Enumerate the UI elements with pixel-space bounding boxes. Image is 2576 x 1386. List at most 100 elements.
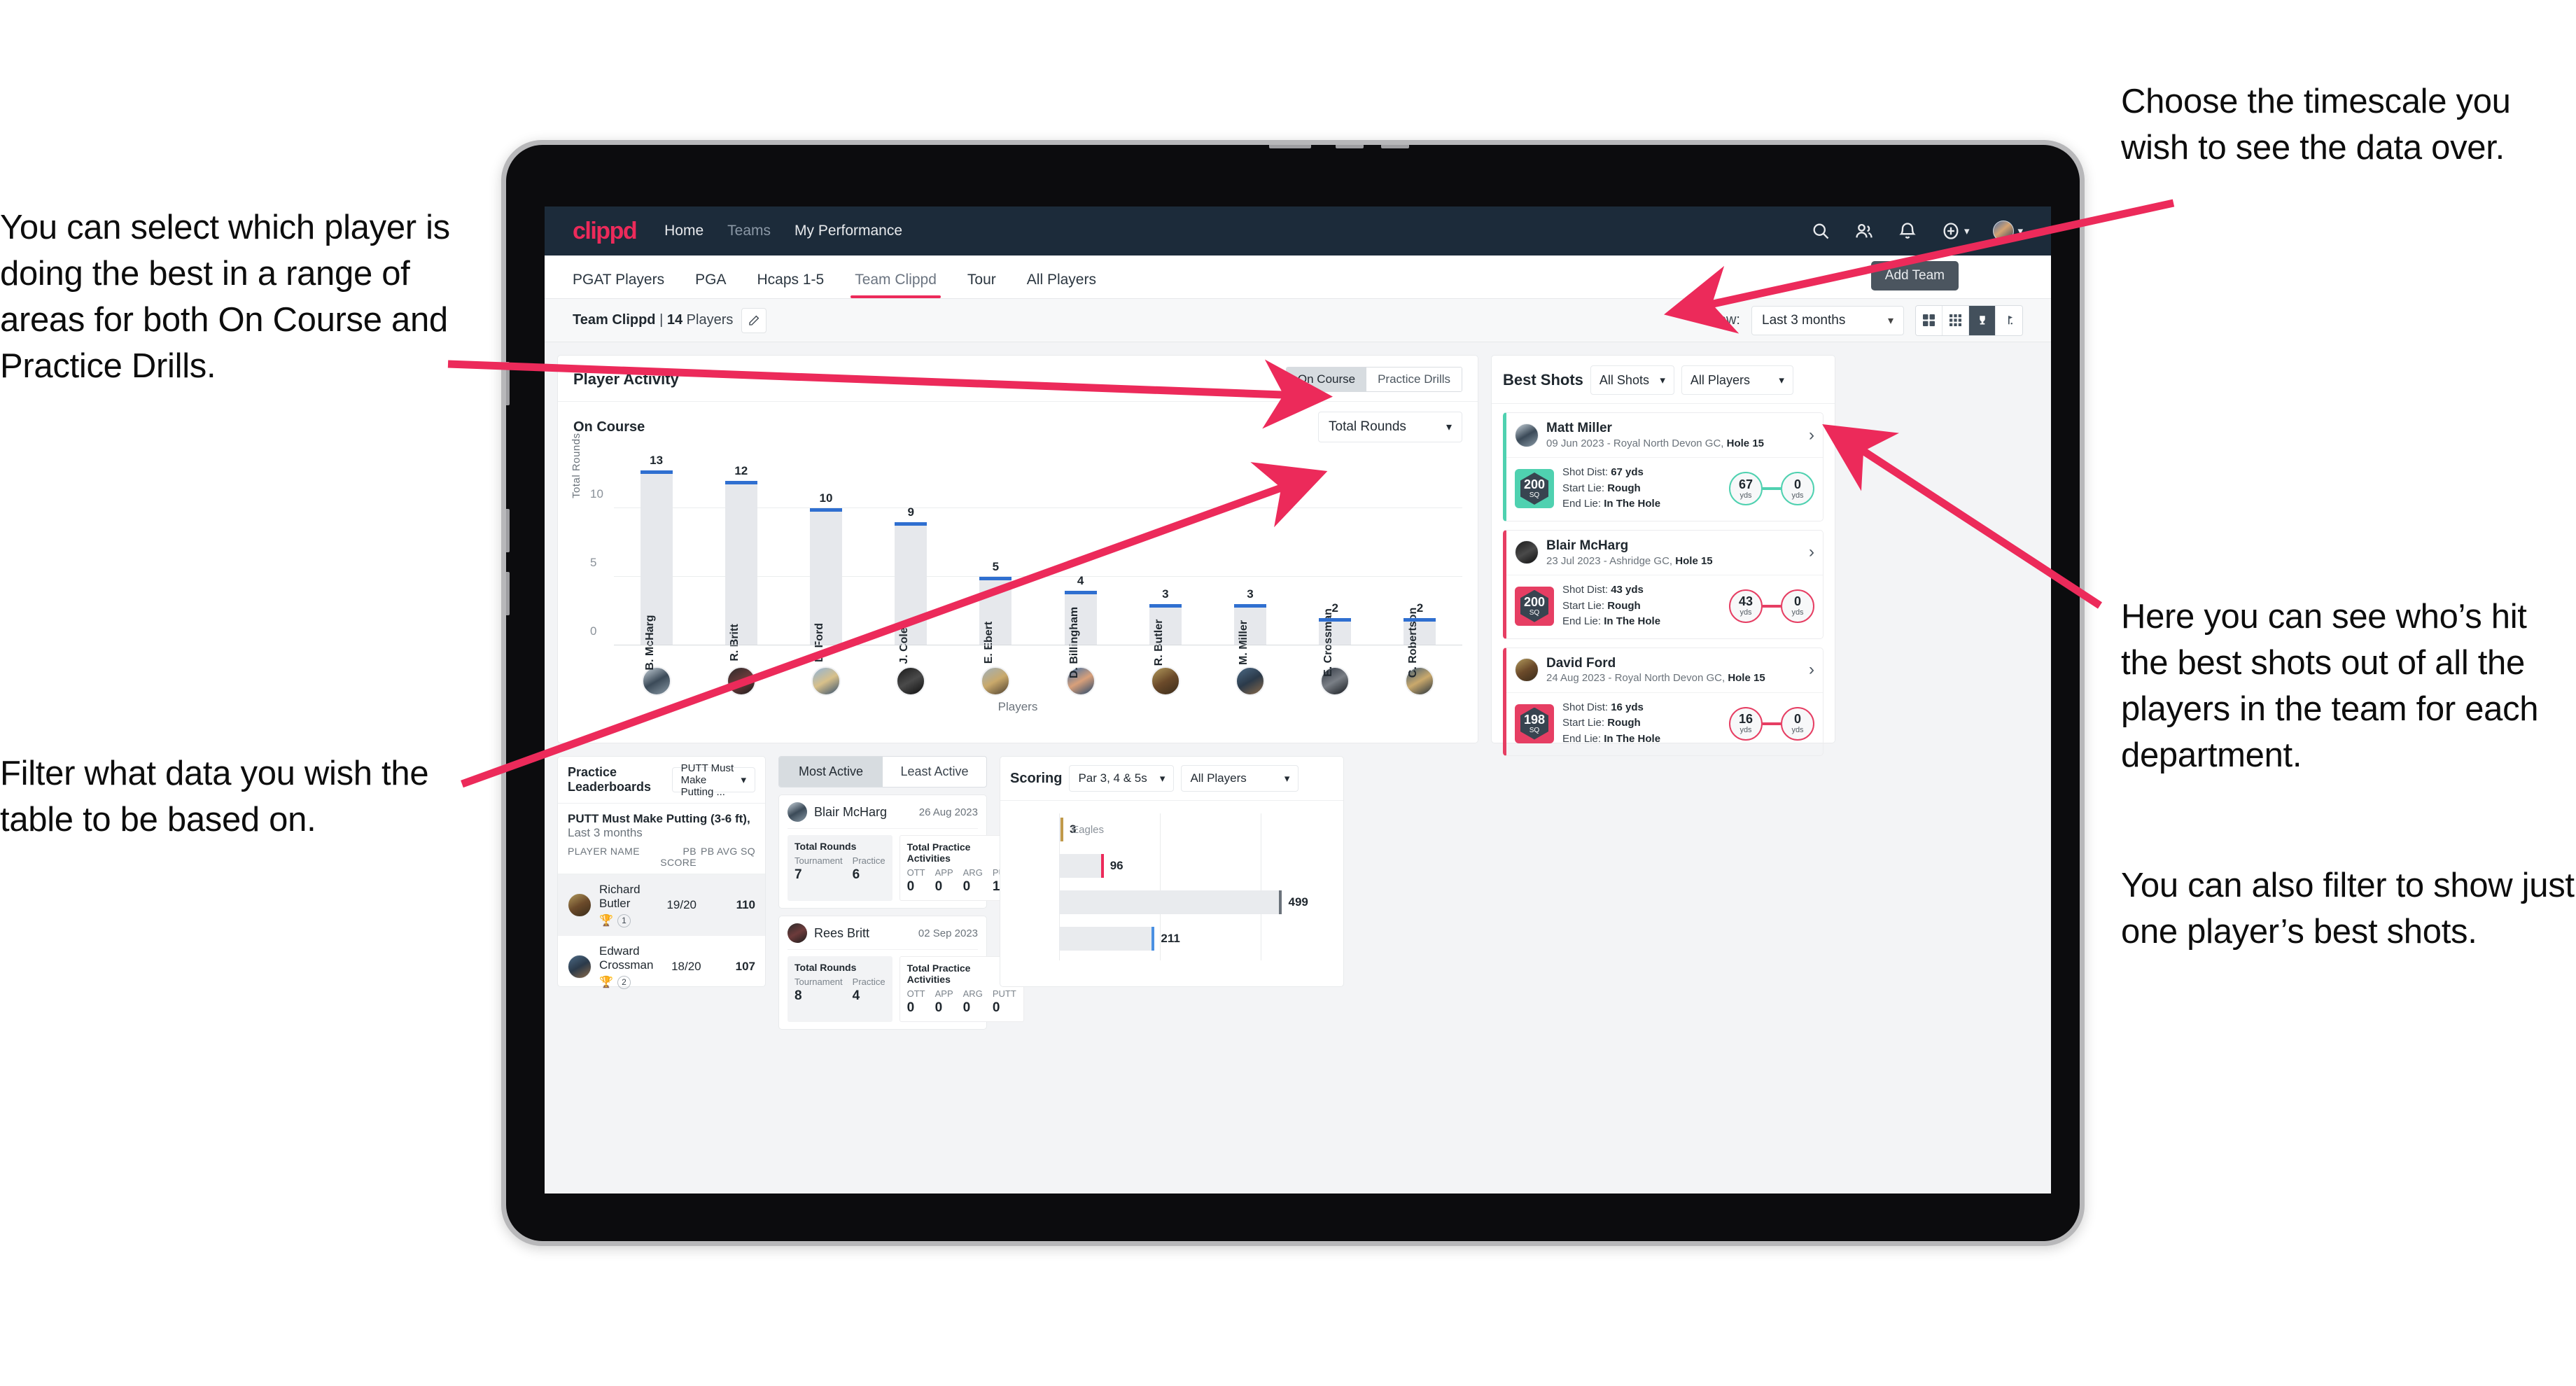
- activity-player-name: Blair McHarg: [814, 804, 888, 819]
- chart-bar-column[interactable]: 3 M. Miller: [1208, 454, 1292, 665]
- chevron-right-icon[interactable]: ›: [1809, 542, 1814, 562]
- bar-value-label: 3: [1162, 587, 1169, 601]
- profile-menu[interactable]: ▾: [1993, 220, 2023, 241]
- bar[interactable]: M. Miller: [1234, 604, 1267, 665]
- chevron-right-icon[interactable]: ›: [1809, 660, 1814, 680]
- trophy-view-button[interactable]: [1969, 305, 1996, 335]
- best-shot-date-course: 24 Aug 2023 - Royal North Devon GC,: [1546, 672, 1726, 685]
- best-shot-player-name: Matt Miller: [1546, 421, 1612, 435]
- tab-most-active[interactable]: Most Active: [779, 757, 883, 787]
- people-icon[interactable]: [1854, 221, 1874, 241]
- scoring-bar[interactable]: [1059, 927, 1155, 951]
- activity-card-header: Rees Britt 02 Sep 2023: [788, 923, 978, 950]
- search-icon[interactable]: [1811, 221, 1830, 241]
- bar[interactable]: E. Ebert: [979, 577, 1012, 664]
- badge-value: 200: [1523, 594, 1546, 609]
- avatar[interactable]: [896, 666, 926, 696]
- bar[interactable]: C. Robertson: [1404, 608, 1436, 678]
- chart-bar-column[interactable]: 13 B. McHarg: [614, 454, 699, 671]
- grid-small-view-button[interactable]: [1942, 305, 1969, 335]
- edit-team-button[interactable]: [741, 307, 767, 333]
- avatar[interactable]: [726, 666, 756, 696]
- segment-on-course[interactable]: On Course: [1286, 368, 1367, 391]
- chart-bar-column[interactable]: 4 D. Billingham: [1038, 454, 1123, 678]
- chart-bar-column[interactable]: 12 R. Britt: [699, 454, 783, 662]
- chevron-right-icon[interactable]: ›: [1809, 426, 1814, 445]
- avatar[interactable]: [811, 666, 841, 696]
- scoring-bar-row[interactable]: Eagles 3: [1059, 818, 1334, 841]
- grid-large-view-button[interactable]: [1916, 305, 1942, 335]
- bell-icon[interactable]: [1898, 221, 1917, 241]
- scoring-bar[interactable]: [1059, 890, 1282, 914]
- scoring-bar-row[interactable]: Birdies96: [1059, 854, 1334, 878]
- best-shots-shot-filter[interactable]: All Shots ▾: [1590, 365, 1674, 395]
- tab-tour[interactable]: Tour: [967, 272, 996, 298]
- best-shots-player-filter[interactable]: All Players ▾: [1681, 365, 1793, 395]
- shot-dist-line: Shot Dist: 43 yds: [1562, 582, 1660, 598]
- scoring-bar-row[interactable]: Bogeys211: [1059, 927, 1334, 951]
- leaderboard-row[interactable]: Edward Crossman 🏆 2 18/20 107: [558, 936, 765, 997]
- drill-name: PUTT Must Make Putting (3-6 ft),: [568, 812, 750, 825]
- avatar[interactable]: [981, 666, 1011, 696]
- team-name: Team Clippd: [573, 312, 656, 328]
- distance-dumbbell: 67 yds 0 yds: [1729, 472, 1814, 505]
- avatar[interactable]: [1236, 666, 1266, 696]
- tab-least-active[interactable]: Least Active: [883, 757, 986, 787]
- chart-bar-column[interactable]: 2 C. Robertson: [1378, 454, 1462, 678]
- shot-dist-label: Shot Dist:: [1562, 701, 1609, 713]
- timescale-select[interactable]: Last 3 months ▾: [1751, 305, 1904, 335]
- bar[interactable]: B. McHarg: [640, 470, 673, 671]
- activity-player-card[interactable]: Rees Britt 02 Sep 2023 Total Rounds Tournam…: [778, 916, 1024, 1030]
- player-activity-metric-select[interactable]: Total Rounds ▾: [1318, 412, 1462, 442]
- tab-pga[interactable]: PGA: [695, 272, 726, 298]
- best-shot-card[interactable]: David Ford 24 Aug 2023 - Royal North Devo…: [1503, 647, 1823, 757]
- chart-bar-column[interactable]: 3 R. Butler: [1123, 454, 1208, 666]
- scoring-bar[interactable]: [1059, 818, 1063, 841]
- practice-drill-select[interactable]: PUTT Must Make Putting ... ▾: [671, 762, 755, 798]
- bar-category-label: E. Crossman: [1322, 608, 1335, 677]
- nav-link-my-performance[interactable]: My Performance: [794, 223, 902, 239]
- end-lie-value: In The Hole: [1604, 732, 1661, 745]
- leaderboard-row[interactable]: Richard Butler 🏆 1 19/20 110: [558, 874, 765, 936]
- start-lie-value: Rough: [1607, 599, 1641, 612]
- best-shot-card[interactable]: Matt Miller 09 Jun 2023 - Royal North Dev…: [1503, 412, 1823, 522]
- nav-link-teams[interactable]: Teams: [727, 223, 771, 239]
- nav-link-home[interactable]: Home: [664, 223, 704, 239]
- avatar[interactable]: [1150, 666, 1180, 696]
- add-menu[interactable]: ▾: [1941, 221, 1969, 241]
- scoring-bar-row[interactable]: Pars499: [1059, 890, 1334, 914]
- bar[interactable]: J. Coles: [895, 522, 927, 664]
- chart-bar-column[interactable]: 10 D. Ford: [783, 454, 868, 662]
- bar-value-label: 4: [1077, 573, 1084, 587]
- chevron-down-icon: ▾: [1284, 773, 1290, 785]
- best-shot-header: Matt Miller 09 Jun 2023 - Royal North Dev…: [1506, 413, 1823, 457]
- tab-all-players[interactable]: All Players: [1027, 272, 1096, 298]
- avatar[interactable]: [1993, 220, 2015, 241]
- scoring-bar[interactable]: [1059, 854, 1104, 878]
- plus-circle-icon[interactable]: [1941, 221, 1961, 241]
- chart-bar-column[interactable]: 9 J. Coles: [869, 454, 953, 664]
- avatar[interactable]: [641, 666, 671, 696]
- bar[interactable]: E. Crossman: [1319, 608, 1352, 677]
- scoring-par-filter[interactable]: Par 3, 4 & 5s ▾: [1069, 765, 1175, 792]
- best-shot-hole: Hole 15: [1728, 672, 1765, 685]
- tab-pgat-players[interactable]: PGAT Players: [573, 272, 664, 298]
- tab-hcaps-1-5[interactable]: Hcaps 1-5: [757, 272, 824, 298]
- bar[interactable]: D. Billingham: [1064, 590, 1097, 678]
- tab-team-clippd[interactable]: Team Clippd: [850, 272, 941, 298]
- activity-date: 26 Aug 2023: [918, 806, 978, 818]
- clippd-logo[interactable]: clippd: [573, 218, 638, 245]
- flag-view-button[interactable]: [1996, 305, 2022, 335]
- chart-player-avatars: [614, 666, 1462, 696]
- bar[interactable]: R. Britt: [724, 481, 757, 662]
- activity-player-card[interactable]: Blair McHarg 26 Aug 2023 Total Rounds Tourn…: [778, 794, 1024, 909]
- dumbbell-to: 0 yds: [1781, 589, 1814, 623]
- scoring-player-filter[interactable]: All Players ▾: [1181, 765, 1299, 792]
- best-shot-card[interactable]: Blair McHarg 23 Jul 2023 - Ashridge GC, H…: [1503, 529, 1823, 639]
- chart-bar-column[interactable]: 5 E. Ebert: [953, 454, 1038, 664]
- chart-bar-column[interactable]: 2 E. Crossman: [1293, 454, 1378, 677]
- segment-practice-drills[interactable]: Practice Drills: [1366, 368, 1462, 391]
- shot-details: Shot Dist: 16 yds Start Lie: Rough End Lie…: [1562, 700, 1660, 748]
- bar[interactable]: R. Butler: [1149, 604, 1182, 666]
- bar[interactable]: D. Ford: [810, 508, 842, 662]
